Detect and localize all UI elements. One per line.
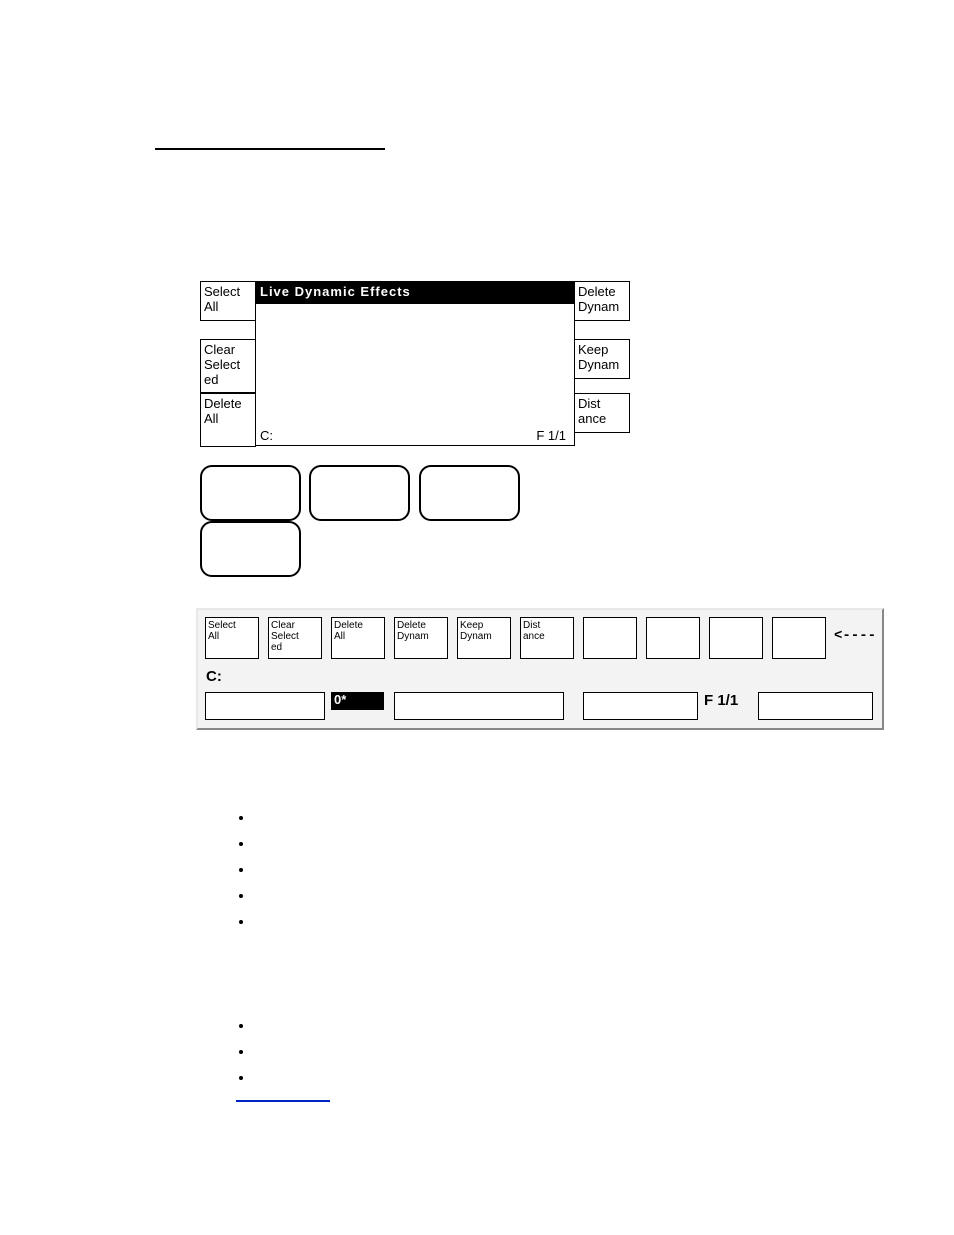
select-all-button[interactable]: Select All — [200, 281, 256, 321]
effects-display-title: Live Dynamic Effects — [256, 282, 574, 304]
empty-slot-9[interactable] — [709, 617, 763, 659]
status-c-label: C: — [260, 428, 273, 443]
distance-button[interactable]: Dist ance — [574, 393, 630, 433]
cmd-field-3[interactable] — [583, 692, 698, 720]
bullet-list-a — [236, 804, 254, 934]
cmd-field-4[interactable] — [758, 692, 873, 720]
fkey-row — [200, 465, 630, 577]
cmd-field-1[interactable] — [205, 692, 325, 720]
fkey-3[interactable] — [419, 465, 520, 521]
inline-link[interactable] — [236, 1100, 330, 1102]
empty-slot-8[interactable] — [646, 617, 700, 659]
delete-all-button[interactable]: Delete All — [331, 617, 385, 659]
fkey-2[interactable] — [309, 465, 410, 521]
empty-slot-7[interactable] — [583, 617, 637, 659]
toolbar-panel: Select All Clear Select ed Delete All De… — [196, 608, 884, 730]
bullet-list-b — [236, 1012, 254, 1090]
empty-slot-10[interactable] — [772, 617, 826, 659]
clear-selected-button[interactable]: Clear Select ed — [200, 339, 256, 393]
live-effects-panel: Select All Clear Select ed Delete All Li… — [200, 281, 630, 525]
select-all-button[interactable]: Select All — [205, 617, 259, 659]
distance-button[interactable]: Dist ance — [520, 617, 574, 659]
fkey-1[interactable] — [200, 465, 301, 521]
effects-display: Live Dynamic Effects C: F 1/1 — [255, 281, 575, 446]
heading-underline — [155, 148, 385, 150]
clear-selected-button[interactable]: Clear Select ed — [268, 617, 322, 659]
page-label: F 1/1 — [704, 692, 738, 709]
status-page-label: F 1/1 — [536, 428, 566, 443]
delete-dynam-button[interactable]: Delete Dynam — [574, 281, 630, 321]
delete-dynam-button[interactable]: Delete Dynam — [394, 617, 448, 659]
keep-dynam-button[interactable]: Keep Dynam — [457, 617, 511, 659]
cmd-field-2[interactable] — [394, 692, 564, 720]
status-c-label: C: — [206, 668, 222, 685]
keep-dynam-button[interactable]: Keep Dynam — [574, 339, 630, 379]
zero-indicator: 0* — [331, 692, 384, 710]
delete-all-button[interactable]: Delete All — [200, 393, 256, 447]
fkey-4[interactable] — [200, 521, 301, 577]
back-arrow-icon[interactable]: <---- — [834, 628, 876, 644]
